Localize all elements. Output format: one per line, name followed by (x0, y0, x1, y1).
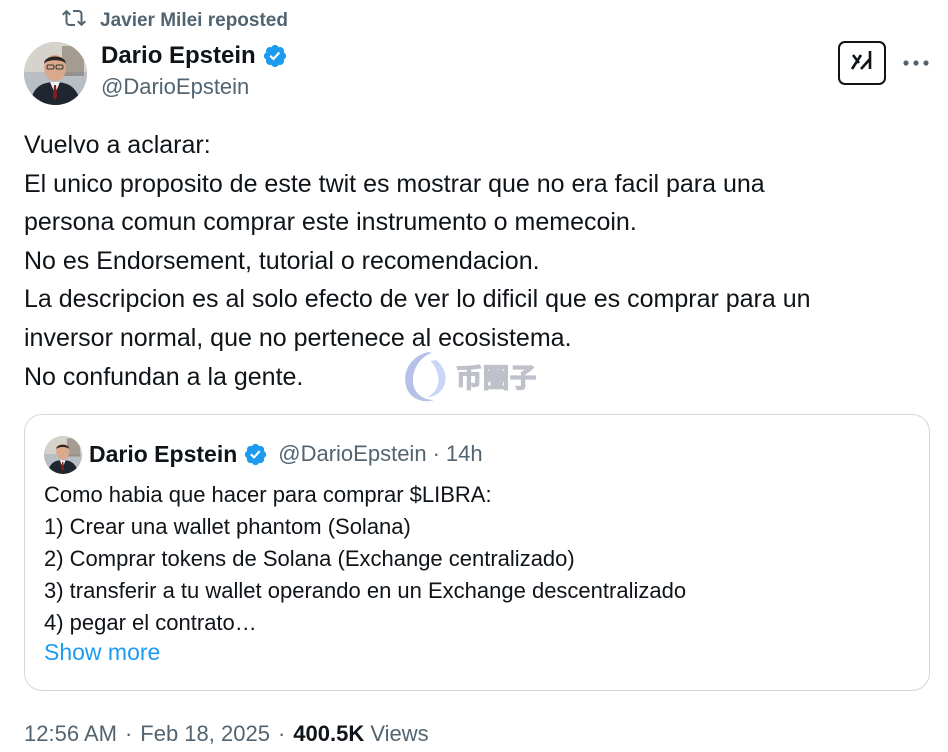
avatar[interactable] (24, 42, 87, 105)
tweet-page: Javier Milei reposted Dario Epstein @Dar… (0, 0, 948, 752)
quoted-handle[interactable]: @DarioEpstein (278, 441, 426, 467)
views-count: 400.5K (293, 721, 365, 746)
tweet-line: No es Endorsement, tutorial o recomendac… (24, 246, 540, 275)
separator-dot: · (124, 721, 133, 746)
quoted-avatar[interactable] (44, 436, 82, 474)
verified-badge-icon (243, 442, 268, 467)
quoted-line: Como habia que hacer para comprar $LIBRA… (44, 482, 492, 507)
author-handle[interactable]: @DarioEpstein (101, 74, 288, 100)
watermark-text: 币圈子 (455, 362, 538, 393)
watermark-logo-icon (398, 346, 452, 406)
grok-button[interactable] (838, 41, 886, 85)
quoted-time[interactable]: 14h (446, 441, 483, 467)
quoted-line: 4) pegar el contrato… (44, 610, 257, 635)
quoted-line: 3) transferir a tu wallet operando en un… (44, 578, 687, 603)
quoted-author-name[interactable]: Dario Epstein (89, 441, 237, 468)
repost-icon (62, 6, 86, 36)
tweet-line: persona comun comprar este instrumento o… (24, 208, 637, 237)
tweet-meta: 12:56 AM · Feb 18, 2025 · 400.5K Views (24, 718, 429, 750)
quoted-line: 1) Crear una wallet phantom (Solana) (44, 514, 411, 539)
more-options-button[interactable] (900, 50, 932, 76)
quoted-line: 2) Comprar tokens de Solana (Exchange ce… (44, 546, 575, 571)
tweet-line: Vuelvo a aclarar: (24, 131, 211, 159)
tweet-time[interactable]: 12:56 AM (24, 721, 117, 747)
tweet-date[interactable]: Feb 18, 2025 (140, 721, 270, 747)
quoted-tweet[interactable]: Dario Epstein @DarioEpstein · 14h Como h… (24, 414, 930, 691)
repost-label: Javier Milei reposted (100, 10, 288, 31)
separator-dot: · (277, 721, 286, 746)
separator-dot: · (432, 441, 440, 466)
show-more-link[interactable]: Show more (44, 639, 160, 666)
watermark: 币圈子 (398, 346, 537, 406)
author-block: Dario Epstein @DarioEpstein (101, 40, 288, 100)
quoted-header: Dario Epstein @DarioEpstein · 14h (89, 437, 483, 471)
tweet-line: El unico proposito de este twit es mostr… (24, 169, 765, 198)
author-name[interactable]: Dario Epstein (101, 42, 256, 70)
verified-badge-icon[interactable] (262, 43, 288, 69)
repost-header[interactable]: Javier Milei reposted (62, 8, 288, 34)
tweet-line: La descripcion es al solo efecto de ver … (24, 285, 811, 314)
more-icon (902, 54, 930, 72)
grok-icon (848, 47, 876, 80)
quoted-text: Como habia que hacer para comprar $LIBRA… (44, 479, 904, 639)
views-label: Views (370, 721, 429, 746)
